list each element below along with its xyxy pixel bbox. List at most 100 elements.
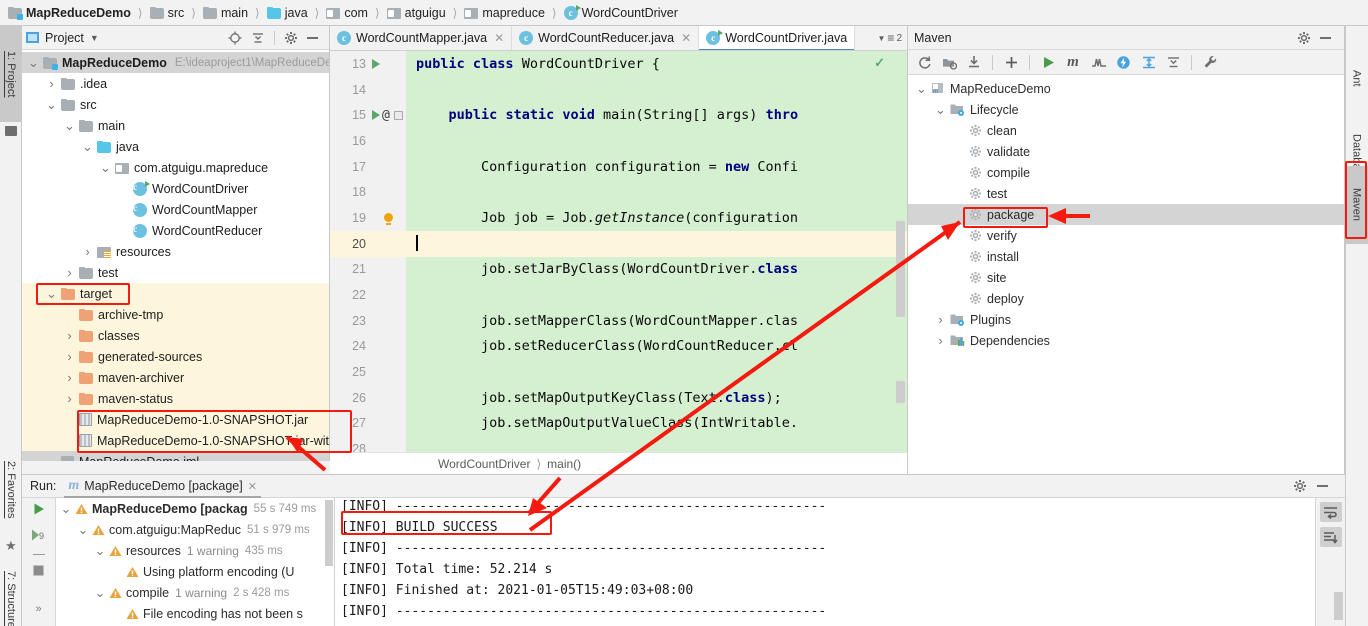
breadcrumb-item-src[interactable]: src: [148, 6, 187, 20]
gear-icon[interactable]: [1297, 31, 1311, 45]
fold-marker-icon[interactable]: [393, 110, 403, 120]
tab-wordcountdriver[interactable]: c WordCountDriver.java: [699, 26, 856, 50]
code-viewport[interactable]: 13 public class WordCountDriver {14 15 @ pu…: [330, 51, 907, 452]
code-line[interactable]: 23 job.setMapperClass(WordCountMapper.cl…: [330, 308, 907, 334]
tool-tab-favorites[interactable]: 2: Favorites: [0, 444, 22, 536]
chevron-down-icon[interactable]: ⌄: [46, 287, 57, 300]
chevron-down-icon[interactable]: ⌄: [46, 98, 57, 111]
minimize-icon[interactable]: [307, 31, 321, 45]
breadcrumb-item-atguigu[interactable]: atguigu: [385, 6, 448, 20]
project-tree-item[interactable]: archive-tmp: [22, 304, 329, 325]
run-tree-scrollbar[interactable]: [325, 500, 333, 566]
gutter-markers[interactable]: @: [370, 108, 406, 123]
maven-tree-item[interactable]: ⌄ Lifecycle: [908, 99, 1344, 120]
run-tree-item[interactable]: File encoding has not been s: [56, 603, 334, 624]
chevron-right-icon[interactable]: ›: [64, 265, 75, 280]
chevron-right-icon[interactable]: ›: [935, 312, 946, 327]
code-line[interactable]: 17 Configuration configuration = new Con…: [330, 154, 907, 180]
expand-more-icon[interactable]: »: [35, 603, 41, 615]
maven-console-output[interactable]: [INFO] ---------------------------------…: [335, 498, 1315, 626]
code-line[interactable]: 25: [330, 359, 907, 385]
code-line[interactable]: 21 job.setJarByClass(WordCountDriver.cla…: [330, 257, 907, 283]
breadcrumb-item-module[interactable]: MapReduceDemo: [6, 6, 133, 20]
scroll-to-end-icon[interactable]: [1319, 527, 1342, 547]
maven-goal-package[interactable]: package: [908, 204, 1344, 225]
gutter-markers[interactable]: [370, 213, 406, 226]
chevron-down-icon[interactable]: ⌄: [100, 161, 111, 174]
chevron-down-icon[interactable]: ▼: [90, 33, 99, 43]
close-icon[interactable]: ✕: [248, 480, 257, 493]
project-tree-item[interactable]: ⌄ main: [22, 115, 329, 136]
close-icon[interactable]: ✕: [494, 31, 504, 45]
locate-icon[interactable]: [228, 31, 242, 45]
run-icon[interactable]: [32, 502, 46, 519]
gutter-markers[interactable]: [370, 58, 406, 69]
breadcrumb-item-java[interactable]: java: [265, 6, 310, 20]
rerun-failed-icon[interactable]: 9: [31, 528, 46, 545]
intention-bulb-icon[interactable]: [384, 213, 393, 226]
console-scrollbar[interactable]: [1334, 592, 1343, 620]
maven-tree-item[interactable]: clean: [908, 120, 1344, 141]
project-tree-item[interactable]: c WordCountDriver: [22, 178, 329, 199]
project-tree-item[interactable]: › maven-status: [22, 388, 329, 409]
chevron-down-icon[interactable]: ⌄: [28, 56, 39, 69]
editor-scrollbar[interactable]: [896, 221, 905, 317]
gear-icon[interactable]: [1293, 479, 1307, 493]
chevron-right-icon[interactable]: ›: [82, 244, 93, 259]
run-gutter-icon[interactable]: [372, 58, 380, 69]
project-tree[interactable]: ⌄ MapReduceDemo E:\ideaproject1\MapReduceD…: [22, 50, 329, 461]
chevron-down-icon[interactable]: ⌄: [82, 140, 93, 153]
project-tree-item[interactable]: › generated-sources: [22, 346, 329, 367]
code-line[interactable]: 27 job.setMapOutputValueClass(IntWritabl…: [330, 411, 907, 437]
minimize-icon[interactable]: [1320, 31, 1334, 45]
code-line[interactable]: 16: [330, 128, 907, 154]
breadcrumb-item-com[interactable]: com: [324, 6, 370, 20]
code-line[interactable]: 15 @ public static void main(String[] arg…: [330, 102, 907, 128]
code-line[interactable]: 28: [330, 436, 907, 452]
chevron-right-icon[interactable]: ›: [64, 370, 75, 385]
stop-icon[interactable]: [32, 564, 45, 580]
add-icon[interactable]: [1004, 55, 1018, 69]
chevron-right-icon[interactable]: ›: [64, 328, 75, 343]
code-line[interactable]: 24 job.setReducerClass(WordCountReducer.…: [330, 334, 907, 360]
skip-tests-icon[interactable]: [1091, 55, 1106, 69]
maven-tree-item[interactable]: › Dependencies: [908, 330, 1344, 351]
project-tree-item[interactable]: c WordCountMapper: [22, 199, 329, 220]
project-tree-item[interactable]: ⌄ com.atguigu.mapreduce: [22, 157, 329, 178]
project-tree-item[interactable]: › resources: [22, 241, 329, 262]
code-line[interactable]: 22: [330, 282, 907, 308]
run-gutter-icon[interactable]: [372, 110, 380, 121]
run-tree-item[interactable]: ⌄ resources 1 warning 435 ms: [56, 540, 334, 561]
run-tree-item[interactable]: ⌄ compile 1 warning 2 s 428 ms: [56, 582, 334, 603]
collapse-all-icon[interactable]: [251, 31, 265, 45]
soft-wrap-icon[interactable]: [1319, 502, 1342, 522]
run-tree-item[interactable]: Using platform encoding (U: [56, 561, 334, 582]
editor-scroll-marker[interactable]: [896, 381, 905, 403]
settings-wrench-icon[interactable]: [1203, 55, 1217, 69]
maven-tree-item[interactable]: install: [908, 246, 1344, 267]
maven-tree-item[interactable]: test: [908, 183, 1344, 204]
project-tree-item[interactable]: › test: [22, 262, 329, 283]
generate-sources-icon[interactable]: [942, 55, 958, 70]
breadcrumb-item-mapreduce[interactable]: mapreduce: [462, 6, 547, 20]
chevron-down-icon[interactable]: ⌄: [935, 103, 946, 116]
run-icon[interactable]: [1041, 55, 1055, 69]
project-tree-item[interactable]: ⌄ target: [22, 283, 329, 304]
tool-tab-structure[interactable]: 7: Structure: [0, 556, 22, 626]
download-sources-icon[interactable]: [967, 55, 981, 69]
editor-breadcrumb-method[interactable]: main(): [547, 457, 581, 471]
gear-icon[interactable]: [284, 31, 298, 45]
code-line[interactable]: 26 job.setMapOutputKeyClass(Text.class);: [330, 385, 907, 411]
project-tree-item[interactable]: ⌄ java: [22, 136, 329, 157]
execute-goal-icon[interactable]: [1116, 55, 1130, 69]
run-tree-item[interactable]: ⌄ com.atguigu:MapReduc 51 s 979 ms: [56, 519, 334, 540]
project-tree-item[interactable]: ⌄ src: [22, 94, 329, 115]
tab-wordcountmapper[interactable]: c WordCountMapper.java ✕: [330, 26, 513, 50]
chevron-down-icon[interactable]: ⌄: [916, 82, 927, 95]
chevron-right-icon[interactable]: ›: [64, 391, 75, 406]
editor-breadcrumb-class[interactable]: WordCountDriver: [438, 457, 530, 471]
project-tree-item[interactable]: ⌄ MapReduceDemo E:\ideaproject1\MapReduceD…: [22, 52, 329, 73]
chevron-right-icon[interactable]: ›: [46, 76, 57, 91]
run-tree[interactable]: ⌄ MapReduceDemo [packag 55 s 749 ms ⌄ com.at…: [56, 498, 335, 626]
project-tree-item[interactable]: MapReduceDemo-1.0-SNAPSHOT-jar-with-: [22, 430, 329, 451]
